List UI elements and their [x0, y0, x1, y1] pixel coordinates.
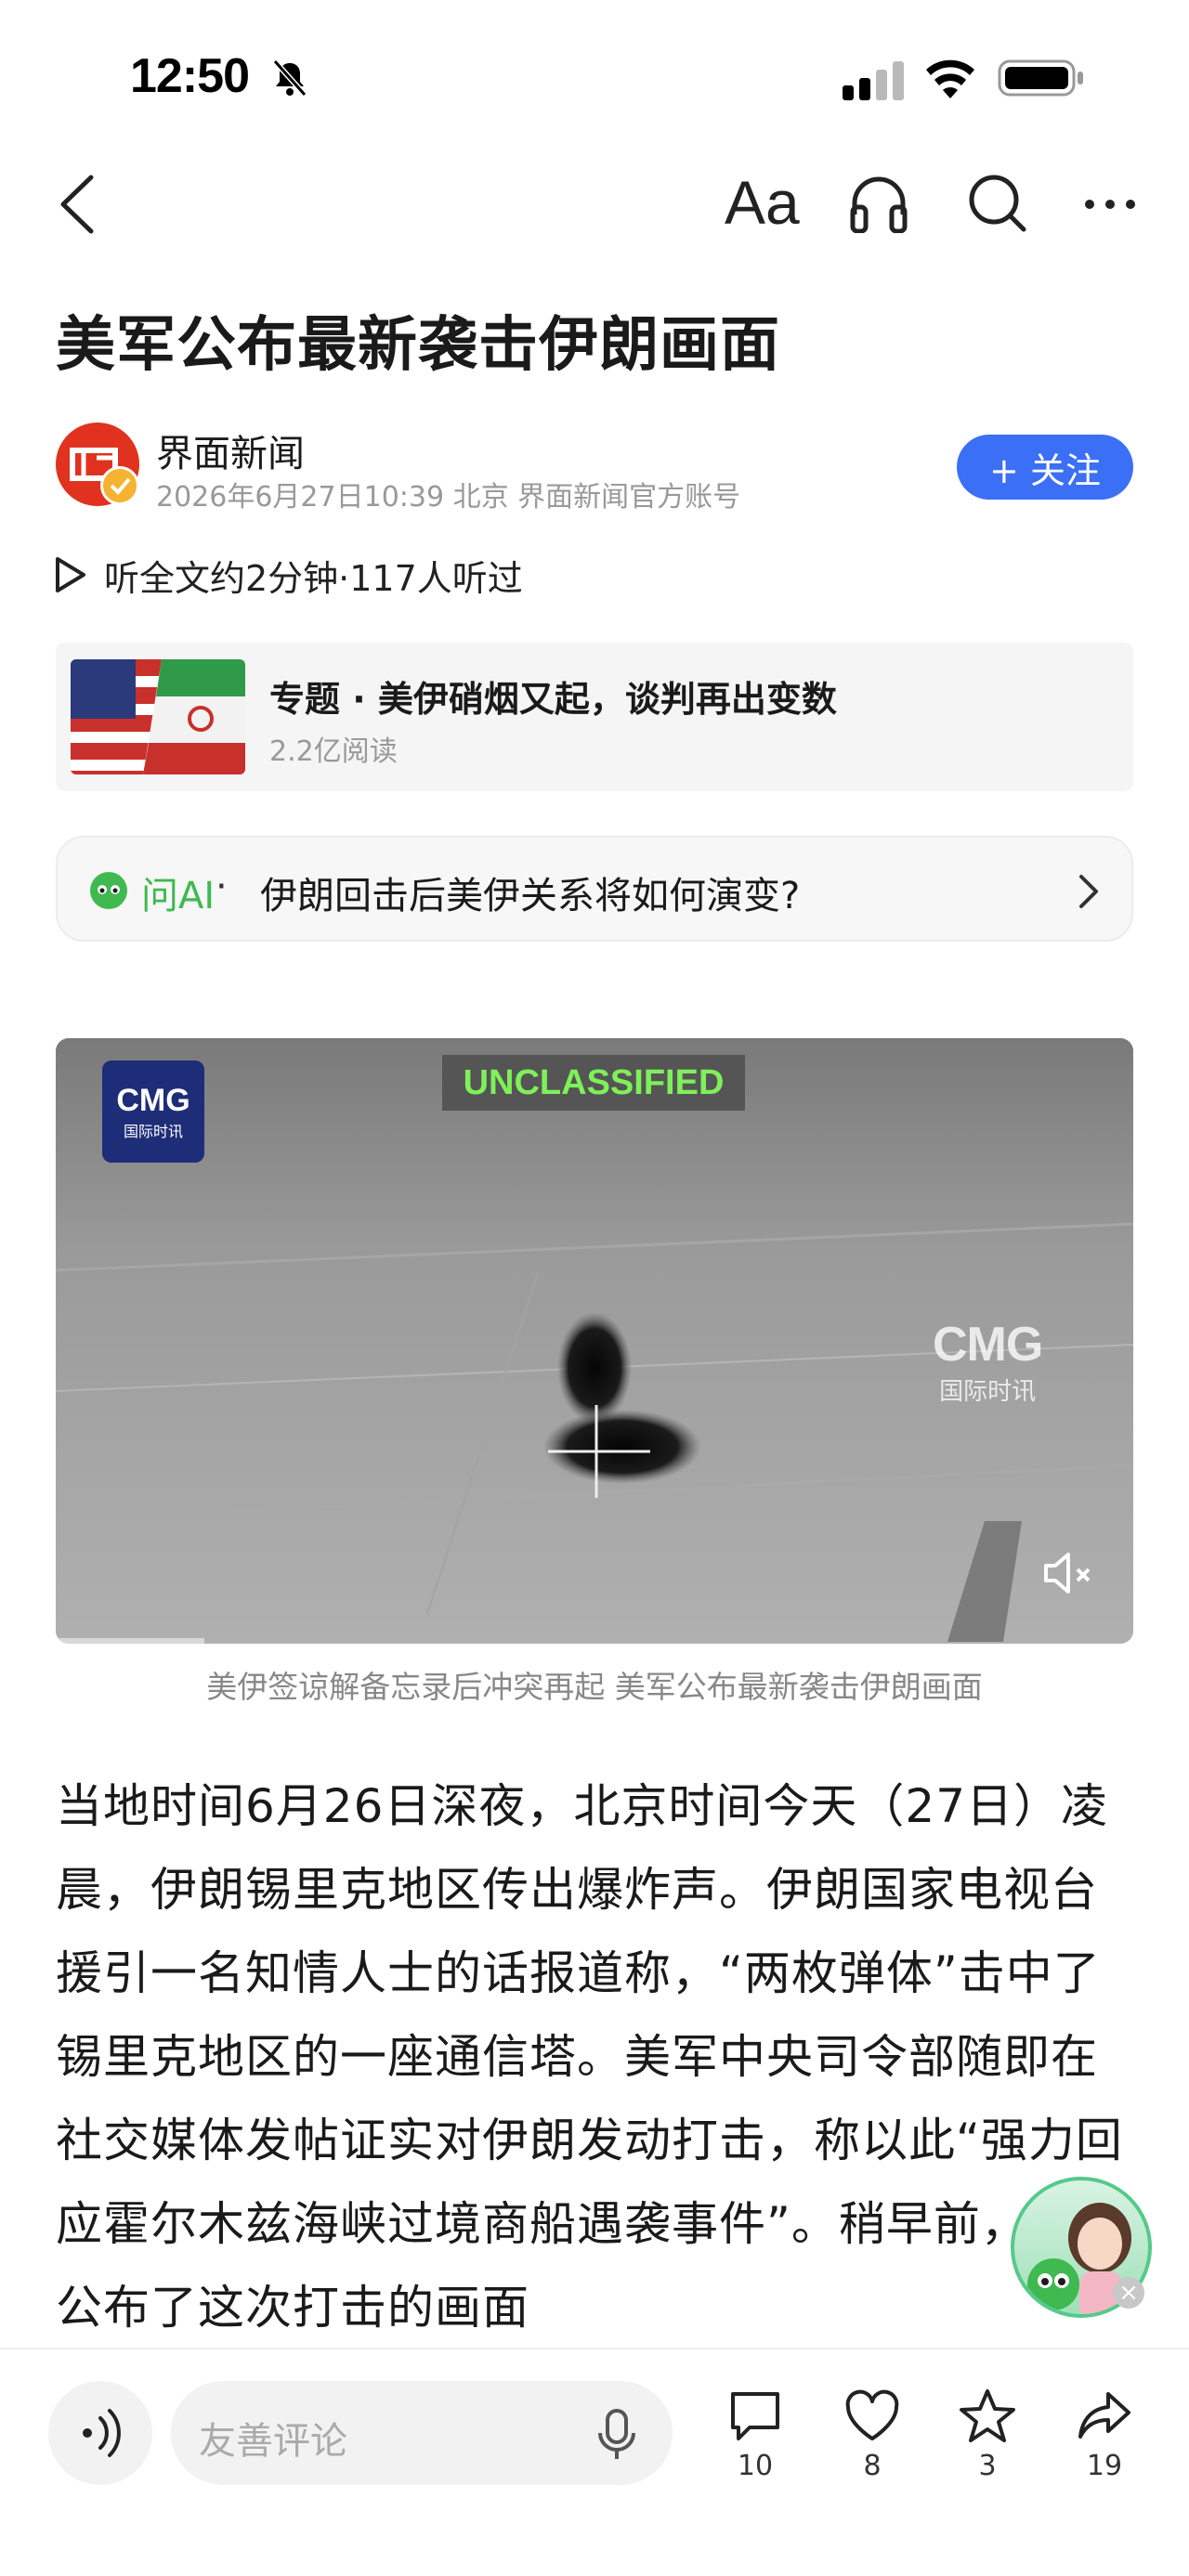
- author-name[interactable]: 界面新闻: [156, 423, 305, 477]
- listen-row[interactable]: 听全文约2分钟·117人听过: [54, 550, 523, 600]
- comment-count: 10: [737, 2450, 774, 2482]
- cmg-watermark-text: CMG: [933, 1318, 1043, 1372]
- like-action[interactable]: 8: [830, 2387, 914, 2482]
- follow-button[interactable]: + 关注: [957, 435, 1133, 500]
- cmg-logo: CMG 国际时讯: [102, 1060, 204, 1163]
- favorite-action[interactable]: 3: [946, 2387, 1029, 2482]
- article-body: 当地时间6月26日深夜，北京时间今天（27日）凌晨，伊朗锡里克地区传出爆炸声。伊…: [56, 1779, 1123, 2335]
- topic-title: 专题 · 美伊硝烟又起，谈判再出变数: [269, 679, 837, 720]
- listen-text: 听全文约2分钟·117人听过: [104, 557, 523, 599]
- favorite-count: 3: [978, 2450, 997, 2482]
- cmg-watermark: CMG 国际时讯: [933, 1317, 1043, 1407]
- comment-icon: [731, 2392, 779, 2440]
- video-banner-unclassified: UNCLASSIFIED: [442, 1055, 745, 1111]
- status-time: 12:50: [130, 49, 250, 103]
- back-icon[interactable]: [54, 172, 100, 237]
- microphone-icon[interactable]: [591, 2407, 643, 2463]
- ask-ai-label: 问AI: [141, 875, 216, 917]
- verified-badge-icon: [100, 466, 139, 505]
- share-count: 19: [1086, 2450, 1123, 2482]
- more-icon[interactable]: [1082, 190, 1138, 218]
- share-icon: [1078, 2392, 1130, 2439]
- ask-ai-separator: ·: [216, 865, 228, 908]
- comment-placeholder: 友善评论: [199, 2420, 347, 2463]
- search-icon[interactable]: [966, 172, 1027, 233]
- star-icon: [960, 2389, 1015, 2442]
- video-player[interactable]: UNCLASSIFIED CMG 国际时讯 CMG 国际时讯: [56, 1038, 1133, 1644]
- video-caption: 美伊签谅解备忘录后冲突再起 美军公布最新袭击伊朗画面: [206, 1669, 983, 1705]
- topic-reads: 2.2亿阅读: [269, 735, 398, 768]
- topic-card[interactable]: 专题 · 美伊硝烟又起，谈判再出变数 2.2亿阅读: [56, 643, 1133, 791]
- voice-wave-icon: [83, 2409, 121, 2457]
- ai-bot-icon: [90, 872, 127, 909]
- share-action[interactable]: 19: [1063, 2387, 1146, 2482]
- chevron-right-icon: [1079, 875, 1098, 908]
- bell-off-icon: [272, 59, 307, 97]
- play-icon: [56, 557, 85, 592]
- bottom-bar: 友善评论 10 8 3 19: [0, 2348, 1189, 2576]
- status-bar: 12:50: [0, 0, 1189, 158]
- ask-ai-box[interactable]: 问AI · 伊朗回击后美伊关系将如何演变?: [56, 836, 1133, 942]
- cmg-watermark-subtext: 国际时讯: [939, 1378, 1037, 1406]
- cmg-logo-text: CMG: [116, 1082, 190, 1118]
- headphone-icon[interactable]: [847, 172, 910, 233]
- topic-thumbnail: [71, 659, 245, 774]
- author-meta: 2026年6月27日10:39 北京 界面新闻官方账号: [156, 481, 741, 514]
- video-progress-bar[interactable]: [56, 1638, 204, 1644]
- font-size-button[interactable]: Aa: [725, 167, 800, 238]
- comment-input[interactable]: 友善评论: [171, 2381, 673, 2485]
- article-title: 美军公布最新袭击伊朗画面: [56, 311, 780, 380]
- signal-icon: [843, 61, 904, 100]
- mute-icon[interactable]: [1040, 1547, 1096, 1599]
- battery-icon: [998, 59, 1083, 97]
- voice-read-button[interactable]: [48, 2381, 152, 2485]
- ask-ai-question: 伊朗回击后美伊关系将如何演变?: [260, 875, 801, 917]
- cmg-logo-subtext: 国际时讯: [123, 1122, 183, 1140]
- assistant-close-icon[interactable]: ×: [1113, 2277, 1144, 2309]
- heart-icon: [845, 2389, 899, 2440]
- like-count: 8: [863, 2450, 882, 2482]
- comment-action[interactable]: 10: [713, 2387, 797, 2482]
- wifi-icon: [926, 59, 974, 98]
